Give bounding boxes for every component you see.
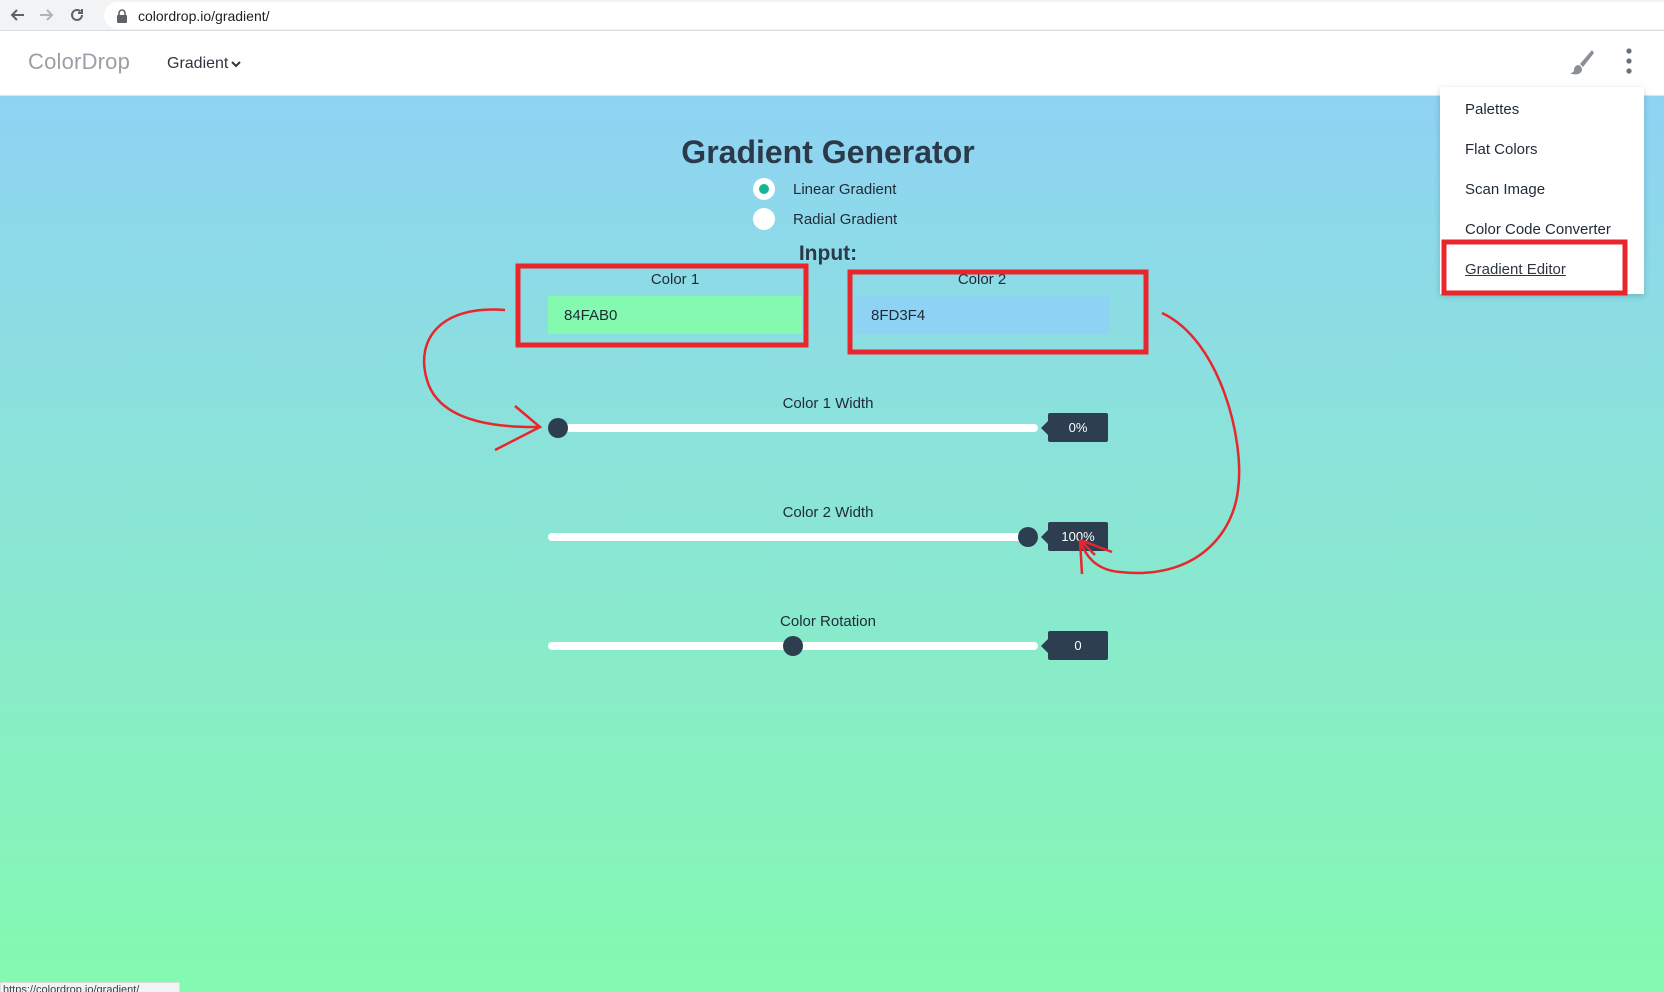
lock-icon bbox=[117, 8, 127, 23]
overflow-menu: Palettes Flat Colors Scan Image Color Co… bbox=[1440, 87, 1644, 294]
color1-width-thumb[interactable] bbox=[548, 418, 568, 438]
gradient-preview-area: Gradient Generator Linear Gradient Radia… bbox=[0, 96, 1664, 992]
menu-item-flat-colors[interactable]: Flat Colors bbox=[1465, 141, 1538, 158]
color1-width-label: Color 1 Width bbox=[782, 395, 874, 412]
input-heading: Input: bbox=[798, 242, 858, 265]
menu-item-palettes[interactable]: Palettes bbox=[1465, 101, 1519, 118]
page-title: Gradient Generator bbox=[681, 134, 975, 170]
site-header: ColorDrop Gradient bbox=[0, 31, 1664, 96]
color2-width-thumb[interactable] bbox=[1018, 527, 1038, 547]
kebab-menu-icon[interactable] bbox=[1617, 45, 1641, 77]
color-rotation-thumb[interactable] bbox=[783, 636, 803, 656]
brand-logo[interactable]: ColorDrop bbox=[28, 49, 130, 75]
chevron-down-icon bbox=[231, 61, 242, 68]
color1-width-value: 0% bbox=[1041, 413, 1108, 442]
linear-gradient-option[interactable]: Linear Gradient bbox=[753, 178, 896, 200]
color-rotation-label: Color Rotation bbox=[780, 613, 876, 630]
url-text: colordrop.io/gradient/ bbox=[138, 7, 270, 24]
gradient-nav-label: Gradient bbox=[167, 55, 229, 72]
color2-width-slider[interactable] bbox=[548, 527, 1038, 547]
forward-arrow-icon[interactable] bbox=[34, 2, 60, 28]
radial-gradient-option[interactable]: Radial Gradient bbox=[753, 208, 897, 230]
color1-input[interactable] bbox=[548, 296, 802, 334]
color2-width-label: Color 2 Width bbox=[782, 504, 874, 521]
color-rotation-value: 0 bbox=[1041, 631, 1108, 660]
brush-icon[interactable] bbox=[1566, 47, 1596, 77]
color1-label: Color 1 bbox=[650, 271, 700, 288]
back-arrow-icon[interactable] bbox=[4, 2, 30, 28]
reload-icon[interactable] bbox=[64, 2, 90, 28]
color2-width-value: 100% bbox=[1041, 522, 1108, 551]
linear-gradient-radio[interactable] bbox=[753, 178, 775, 200]
color2-input[interactable] bbox=[855, 296, 1109, 334]
status-bar-url: https://colordrop.io/gradient/ bbox=[0, 982, 180, 992]
gradient-nav-dropdown[interactable]: Gradient bbox=[167, 55, 242, 73]
color2-label: Color 2 bbox=[957, 271, 1007, 288]
radial-gradient-label: Radial Gradient bbox=[793, 210, 898, 228]
menu-item-scan-image[interactable]: Scan Image bbox=[1465, 181, 1545, 198]
address-bar[interactable]: colordrop.io/gradient/ bbox=[104, 2, 1664, 29]
color1-width-slider[interactable] bbox=[548, 418, 1038, 438]
browser-toolbar: colordrop.io/gradient/ bbox=[0, 0, 1664, 31]
menu-item-gradient-editor[interactable]: Gradient Editor bbox=[1465, 261, 1566, 278]
color-rotation-slider[interactable] bbox=[548, 636, 1038, 656]
radial-gradient-radio[interactable] bbox=[753, 208, 775, 230]
menu-item-color-code-converter[interactable]: Color Code Converter bbox=[1465, 221, 1611, 238]
linear-gradient-label: Linear Gradient bbox=[793, 180, 897, 198]
